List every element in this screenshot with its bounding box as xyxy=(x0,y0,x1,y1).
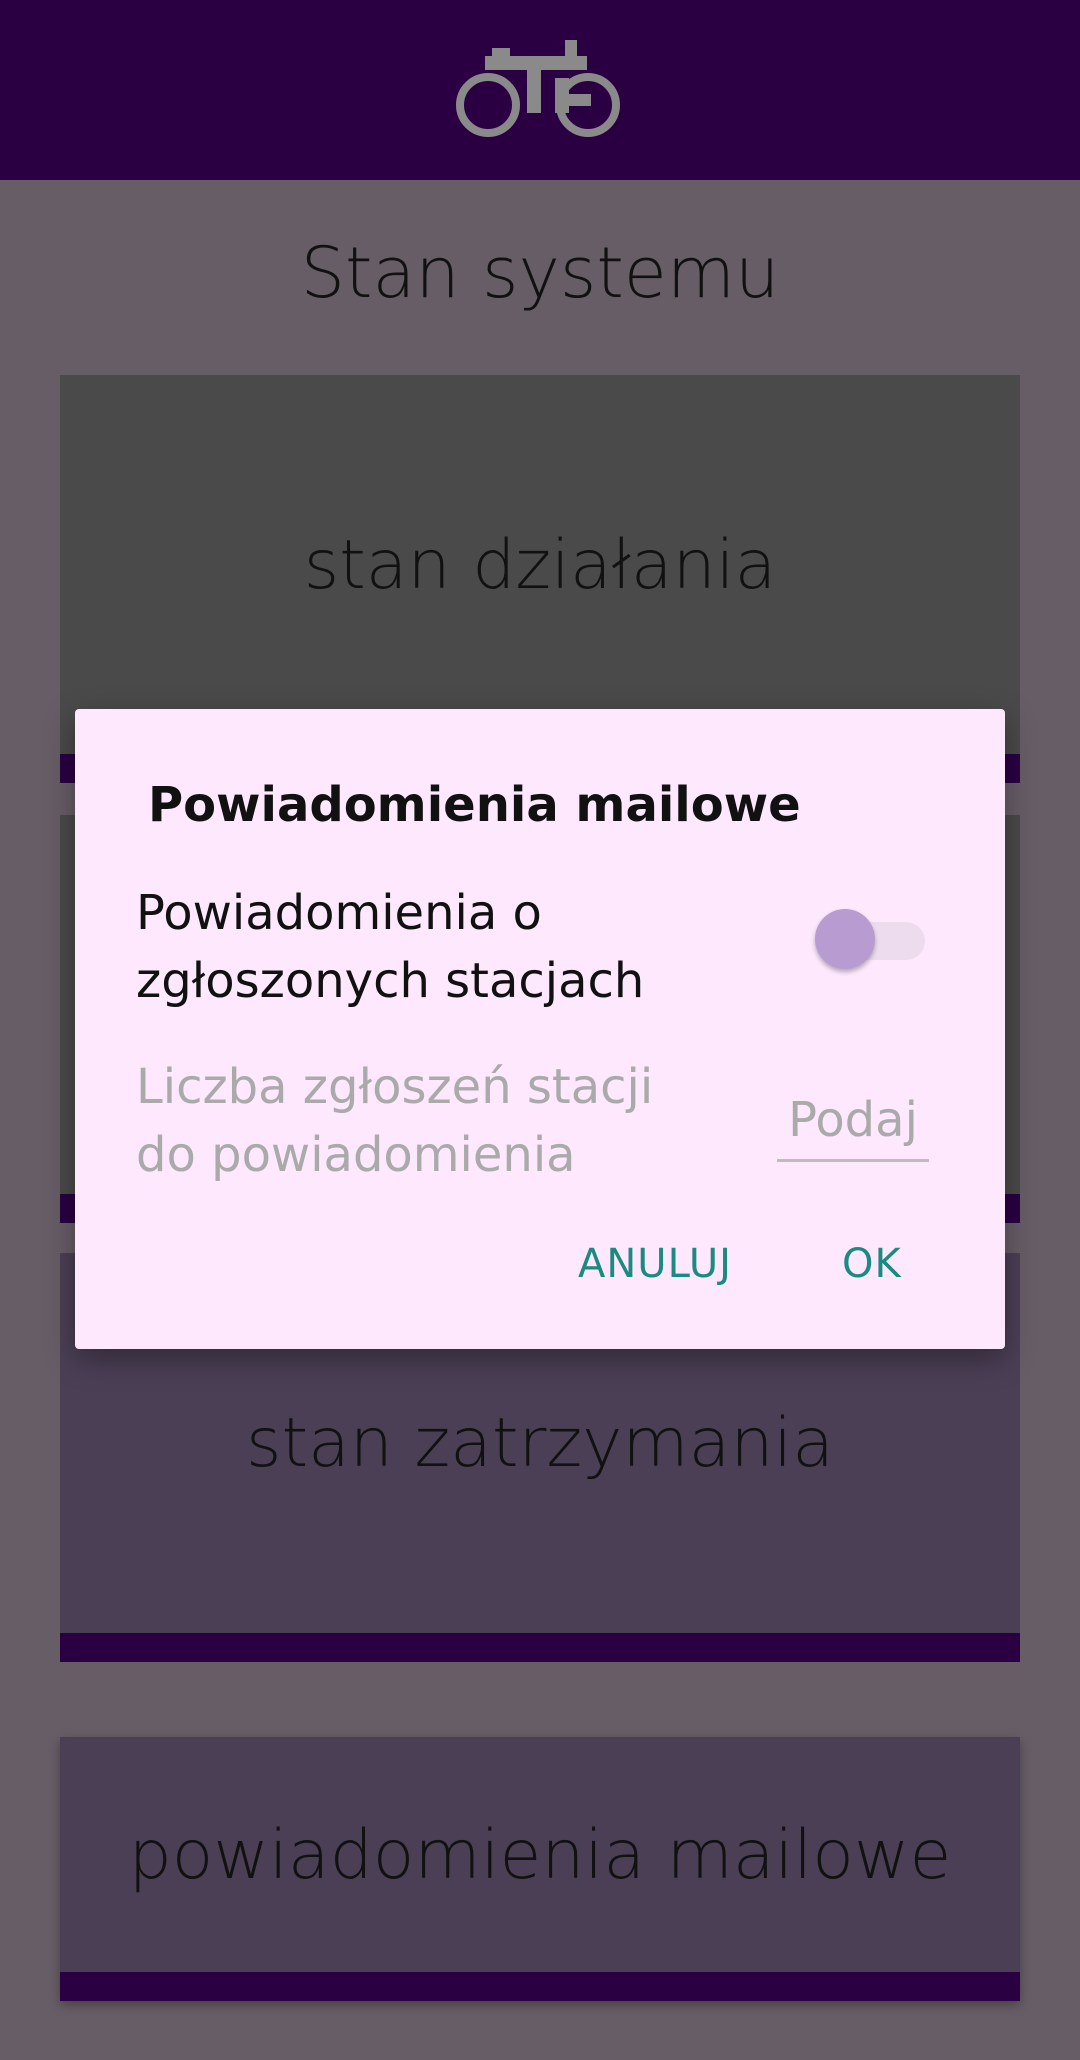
app-header xyxy=(0,0,1080,180)
report-count-label: Liczba zgłoszeń stacji do powiadomienia xyxy=(136,1059,654,1183)
card-label: stan działania xyxy=(303,525,777,605)
card-stripe xyxy=(60,1972,1020,2001)
switch-thumb xyxy=(815,909,875,969)
card-label: stan zatrzymania xyxy=(246,1404,834,1483)
card-label: powiadomienia mailowe xyxy=(128,1815,952,1895)
notify-reported-stations-label: Powiadomienia o zgłoszonych stacjach xyxy=(136,885,645,1009)
page-title: Stan systemu xyxy=(300,232,780,314)
notify-reported-stations-switch[interactable] xyxy=(815,907,925,969)
report-count-input[interactable] xyxy=(777,1081,929,1162)
email-notifications-card[interactable]: powiadomienia mailowe xyxy=(60,1737,1020,2001)
cancel-button[interactable]: ANULUJ xyxy=(578,1241,732,1287)
card-stripe xyxy=(60,1633,1020,1662)
bicycle-icon xyxy=(456,40,620,137)
dialog-title: Powiadomienia mailowe xyxy=(148,777,801,833)
email-notifications-dialog: Powiadomienia mailowe Powiadomienia o zg… xyxy=(75,709,1005,1349)
ok-button[interactable]: OK xyxy=(842,1241,902,1287)
